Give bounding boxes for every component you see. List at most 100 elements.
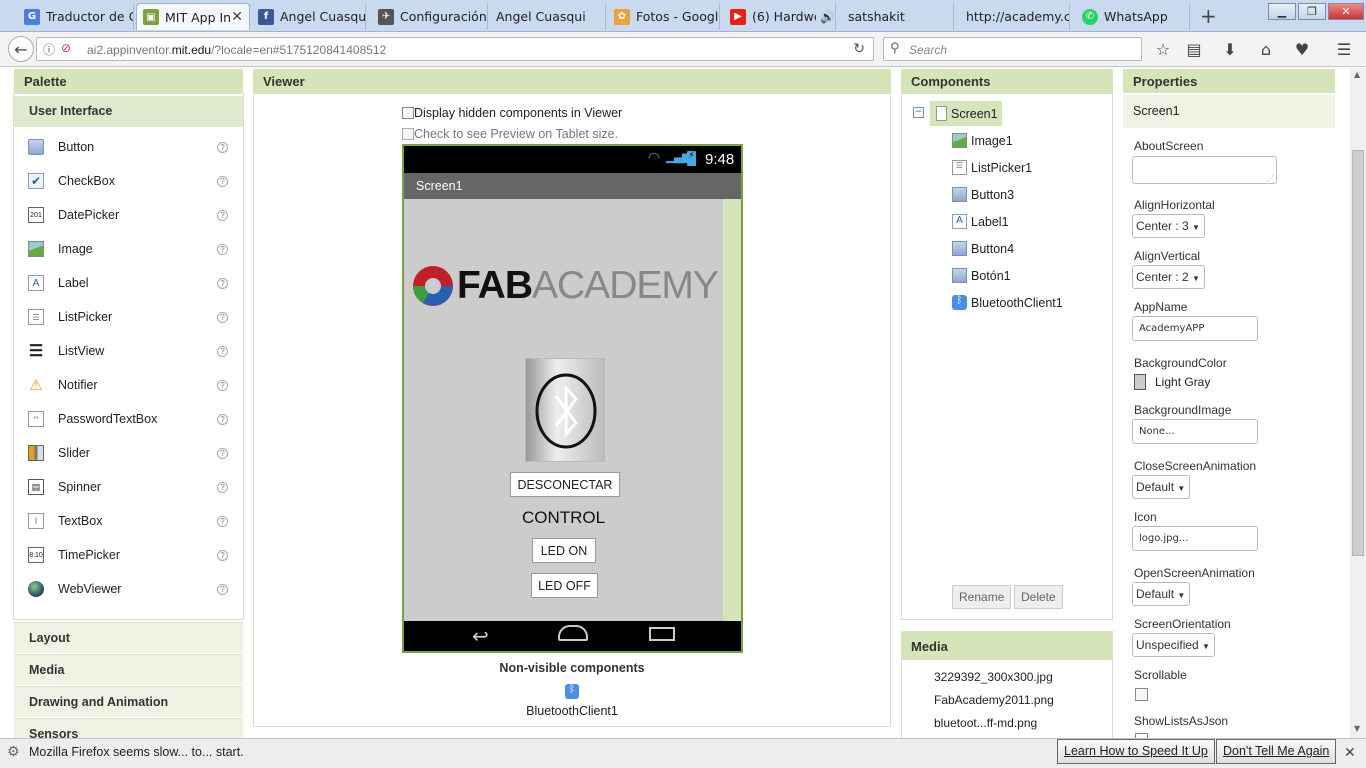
tab-youtube[interactable]: ▶ (6) Hardwe 🔊 (724, 3, 836, 30)
hidden-components-checkbox[interactable] (402, 107, 414, 119)
palette-item-spinner[interactable]: ▤ Spinner? (14, 470, 242, 504)
home-icon[interactable]: ⌂ (1254, 38, 1278, 60)
pocket-icon[interactable]: ♥ (1290, 38, 1314, 60)
help-icon[interactable]: ? (217, 413, 228, 425)
help-icon[interactable]: ? (217, 277, 228, 289)
align-vertical-select[interactable]: Center : 2 ▼ (1132, 265, 1205, 289)
palette-item-datepicker[interactable]: 201 DatePicker? (14, 198, 242, 232)
rename-button[interactable]: Rename (952, 585, 1012, 609)
new-tab-button[interactable]: + (1200, 4, 1217, 28)
page-scrollbar[interactable]: ▲ ▼ (1350, 68, 1366, 738)
media-file[interactable]: 3229392_300x300.jpg (934, 670, 1053, 684)
bookmark-star-icon[interactable]: ☆ (1151, 38, 1175, 60)
palette-item-slider[interactable]: Slider? (14, 436, 242, 470)
help-icon[interactable]: ? (217, 345, 228, 357)
screen-orientation-select[interactable]: Unspecified ▼ (1132, 633, 1215, 657)
palette-item-passwordtextbox[interactable]: ** PasswordTextBox? (14, 402, 242, 436)
palette-item-webviewer[interactable]: WebViewer? (14, 572, 242, 606)
led-off-button[interactable]: LED OFF (531, 573, 598, 598)
tab-facebook[interactable]: f Angel Cuasqui (252, 3, 366, 30)
background-image-input[interactable]: None... (1132, 419, 1258, 444)
category-user-interface[interactable]: User Interface (14, 96, 243, 127)
component-button3[interactable]: Button3 (952, 187, 1014, 202)
component-image1[interactable]: Image1 (952, 133, 1013, 148)
component-label1[interactable]: A Label1 (952, 214, 1009, 229)
help-icon[interactable]: ? (217, 209, 228, 221)
scrollable-checkbox[interactable] (1135, 688, 1148, 701)
tab-satshakit[interactable]: satshakit (840, 3, 954, 30)
led-on-button[interactable]: LED ON (532, 538, 596, 563)
palette-item-textbox[interactable]: I TextBox? (14, 504, 242, 538)
close-notification-icon[interactable]: ✕ (1344, 745, 1356, 761)
download-icon[interactable]: ⬇ (1218, 38, 1242, 60)
component-boton1[interactable]: Botón1 (952, 268, 1011, 283)
background-color-value[interactable]: Light Gray (1155, 375, 1210, 389)
menu-icon[interactable]: ☰ (1332, 38, 1356, 60)
icon-input[interactable]: logo.jpg... (1132, 526, 1258, 551)
help-icon[interactable]: ? (217, 379, 228, 391)
tablet-preview-checkbox-row[interactable]: Check to see Preview on Tablet size. (402, 127, 618, 141)
back-button[interactable]: ← (8, 36, 34, 62)
scroll-thumb[interactable] (1352, 150, 1364, 556)
open-animation-select[interactable]: Default ▼ (1132, 582, 1191, 606)
tab-academy[interactable]: http://academy.cb (958, 3, 1070, 30)
component-listpicker1[interactable]: ☰ ListPicker1 (952, 160, 1032, 175)
phone-scrollbar[interactable] (723, 199, 741, 621)
help-icon[interactable]: ? (217, 141, 228, 153)
tab-configuracion[interactable]: ✈ Configuración (372, 3, 488, 30)
category-media[interactable]: Media (14, 654, 243, 685)
scroll-up-icon[interactable]: ▲ (1354, 70, 1360, 79)
help-icon[interactable]: ? (217, 481, 228, 493)
close-window-button[interactable]: ✕ (1328, 3, 1364, 20)
info-icon[interactable]: ⓘ (43, 41, 55, 58)
palette-item-checkbox[interactable]: ✔ CheckBox? (14, 164, 242, 198)
tab-google-photos[interactable]: ✿ Fotos - Google (608, 3, 720, 30)
blocked-content-icon[interactable]: ⊘ (61, 41, 71, 55)
tab-whatsapp[interactable]: ✆ WhatsApp (1076, 3, 1190, 30)
close-tab-icon[interactable]: ✕ (231, 9, 243, 25)
category-drawing-animation[interactable]: Drawing and Animation (14, 686, 243, 717)
app-name-input[interactable]: AcademyAPP (1132, 316, 1258, 341)
help-icon[interactable]: ? (217, 549, 228, 561)
help-icon[interactable]: ? (217, 243, 228, 255)
dont-tell-again-button[interactable]: Don't Tell Me Again (1216, 739, 1337, 764)
learn-speed-button[interactable]: Learn How to Speed It Up (1057, 739, 1215, 764)
color-swatch[interactable] (1134, 374, 1146, 390)
category-layout[interactable]: Layout (14, 622, 243, 653)
tab-app-inventor[interactable]: ▣ MIT App In ✕ (136, 3, 250, 30)
nonvisible-bluetooth-label[interactable]: BluetoothClient1 (253, 704, 891, 718)
bluetooth-icon[interactable]: ᛒ (565, 684, 579, 699)
collapse-tree-icon[interactable]: − (913, 107, 924, 118)
palette-item-timepicker[interactable]: 8:10 TimePicker? (14, 538, 242, 572)
search-box[interactable]: ⚲ Search (883, 37, 1142, 61)
reading-list-icon[interactable]: ▤ (1182, 38, 1206, 60)
category-sensors[interactable]: Sensors (14, 718, 243, 741)
about-screen-textarea[interactable]: ⋰ (1132, 156, 1277, 184)
minimize-button[interactable]: ▁ (1268, 3, 1296, 20)
restore-button[interactable]: ❐ (1298, 3, 1326, 20)
component-bluetoothclient1[interactable]: ᛒ BluetoothClient1 (952, 295, 1063, 310)
help-icon[interactable]: ? (217, 447, 228, 459)
palette-item-image[interactable]: Image? (14, 232, 242, 266)
help-icon[interactable]: ? (217, 583, 228, 595)
hidden-components-checkbox-row[interactable]: Display hidden components in Viewer (402, 106, 622, 120)
palette-item-listview[interactable]: ☰ ListView? (14, 334, 242, 368)
scroll-down-icon[interactable]: ▼ (1354, 724, 1360, 733)
palette-item-listpicker[interactable]: ☰ ListPicker? (14, 300, 242, 334)
tablet-preview-checkbox[interactable] (402, 128, 414, 140)
media-file[interactable]: bluetoot...ff-md.png (934, 716, 1037, 730)
palette-item-notifier[interactable]: ⚠ Notifier? (14, 368, 242, 402)
palette-item-label[interactable]: A Label? (14, 266, 242, 300)
help-icon[interactable]: ? (217, 175, 228, 187)
speaker-icon[interactable]: 🔊 (820, 10, 835, 24)
media-file[interactable]: FabAcademy2011.png (934, 693, 1054, 707)
component-button4[interactable]: Button4 (952, 241, 1014, 256)
align-horizontal-select[interactable]: Center : 3 ▼ (1132, 214, 1205, 238)
reload-icon[interactable]: ↻ (853, 41, 865, 57)
disconnect-button[interactable]: DESCONECTAR (510, 472, 620, 497)
url-bar[interactable]: ⓘ ⊘ ai2.appinventor.mit.edu/?locale=en#5… (36, 37, 874, 61)
delete-button[interactable]: Delete (1014, 585, 1063, 609)
help-icon[interactable]: ? (217, 515, 228, 527)
tab-angel-cuasqui[interactable]: Angel Cuasqui (488, 3, 606, 30)
help-icon[interactable]: ? (217, 311, 228, 323)
